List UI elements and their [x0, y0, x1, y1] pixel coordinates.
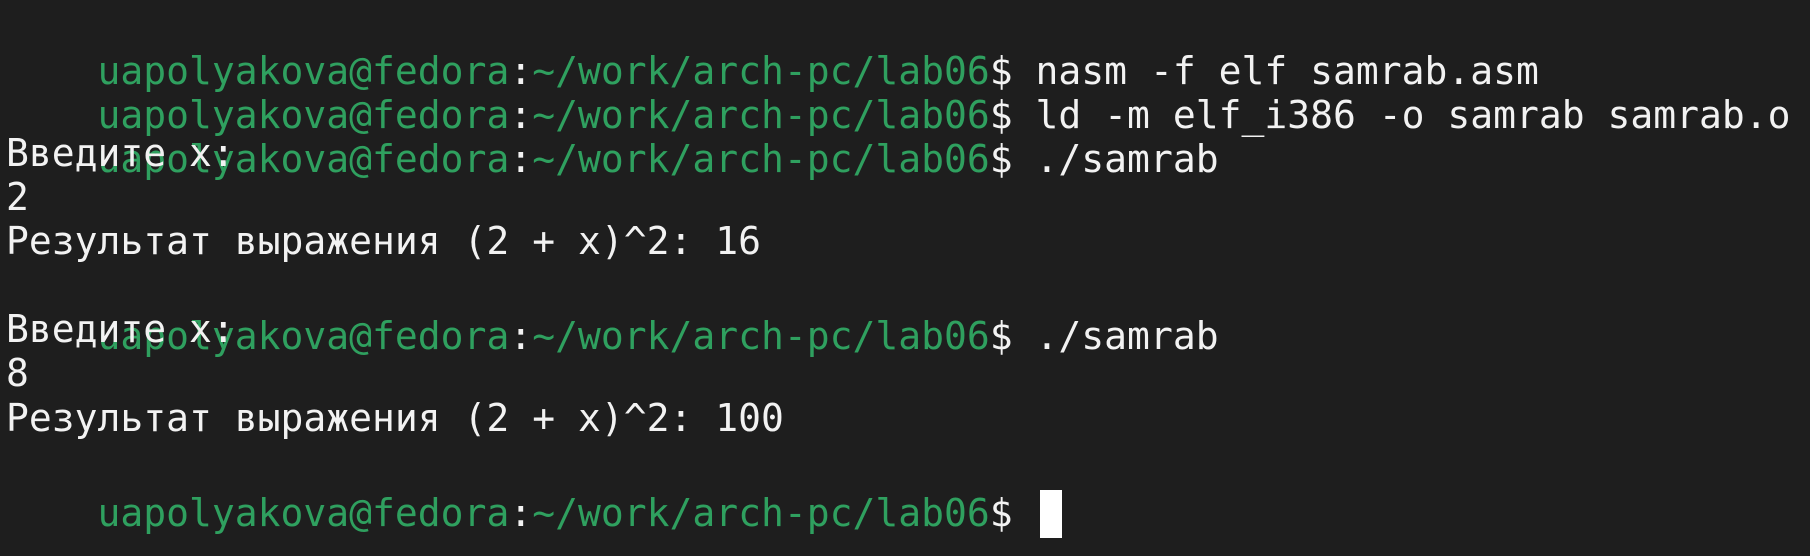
terminal-line: uapolyakova@fedora:~/work/arch-pc/lab06$… [6, 83, 1219, 181]
terminal-line-active[interactable]: uapolyakova@fedora:~/work/arch-pc/lab06$ [6, 437, 1062, 538]
command-text: ./samrab [1012, 137, 1219, 181]
prompt-separator: : [509, 137, 533, 181]
prompt-path: ~/work/arch-pc/lab06 [532, 314, 990, 358]
prompt-separator: : [509, 491, 533, 535]
prompt-path: ~/work/arch-pc/lab06 [532, 137, 990, 181]
command-input[interactable] [1013, 491, 1036, 535]
output-line: 8 [6, 351, 29, 395]
prompt-symbol: $ [989, 137, 1013, 181]
prompt-path: ~/work/arch-pc/lab06 [532, 491, 990, 535]
terminal-window[interactable]: uapolyakova@fedora:~/work/arch-pc/lab06$… [0, 0, 1810, 556]
command-text: ./samrab [1012, 314, 1219, 358]
prompt-separator: : [509, 314, 533, 358]
text-cursor [1039, 489, 1062, 538]
prompt-symbol: $ [989, 314, 1013, 358]
prompt-user-host: uapolyakova@fedora [97, 491, 510, 535]
output-line: Введите x: [6, 131, 235, 175]
prompt-symbol: $ [989, 491, 1013, 535]
output-line: Введите x: [6, 307, 235, 351]
